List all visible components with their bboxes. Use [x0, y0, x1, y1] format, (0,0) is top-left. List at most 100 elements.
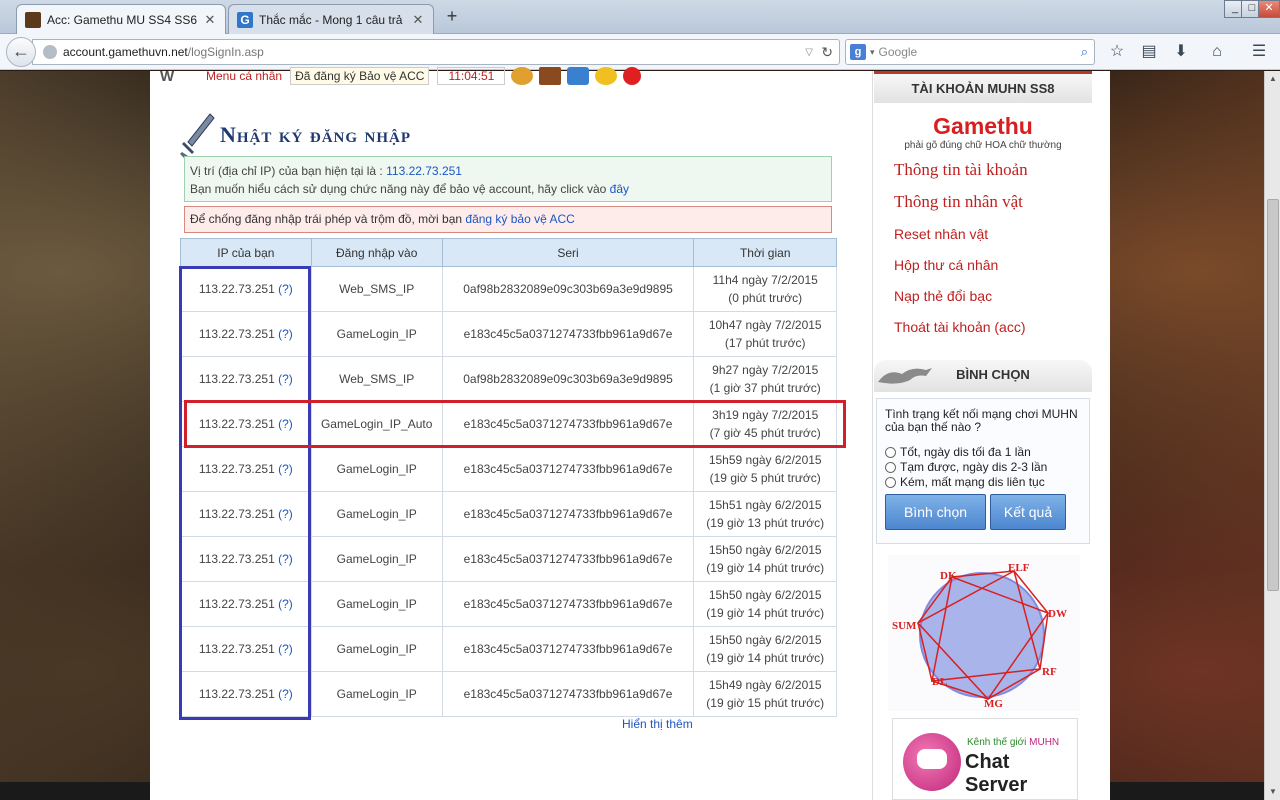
radio-button[interactable]	[885, 446, 896, 458]
time-ago: (19 giờ 5 phút trước)	[709, 471, 821, 485]
acc-protection-status: Đã đăng ký Bảo vệ ACC	[290, 67, 430, 85]
help-line: Bạn muốn hiểu cách sử dụng chức năng này…	[190, 180, 826, 198]
chat-server-banner[interactable]: Kênh thế giới MUHN Chat Server	[892, 718, 1078, 800]
class-label-sum: SUM	[892, 620, 917, 632]
login-type-cell: GameLogin_IP	[310, 626, 443, 672]
vertical-scrollbar[interactable]: ▲ ▼	[1264, 71, 1280, 800]
ip-column-highlight	[179, 266, 311, 720]
back-button[interactable]: ←	[6, 37, 36, 67]
new-tab-button[interactable]: +	[440, 6, 464, 28]
page-title: Nhật ký đăng nhập	[220, 122, 412, 147]
downloads-icon[interactable]: ⬇	[1170, 42, 1192, 62]
login-type-cell: GameLogin_IP	[310, 536, 443, 582]
personal-menu-link[interactable]: Menu cá nhân	[206, 69, 282, 83]
username-display: Gamethu	[933, 113, 1033, 139]
login-type-cell: GameLogin_IP	[310, 491, 443, 537]
time-cell: 15h50 ngày 6/2/2015 (19 giờ 14 phút trước…	[693, 536, 837, 582]
seri-cell: e183c45c5a0371274733fbb961a9d67e	[441, 581, 695, 627]
logout-link[interactable]: Thoát tài khoản (acc)	[894, 319, 1026, 335]
scroll-thumb[interactable]	[1267, 199, 1279, 591]
time-value: 15h50 ngày 6/2/2015	[708, 588, 822, 602]
page-heading: Nhật ký đăng nhập	[178, 112, 411, 158]
vote-button[interactable]: Bình chọn	[885, 494, 986, 530]
url-domain: account.gamethuvn.net	[63, 45, 188, 59]
tab-title: Thắc mắc - Mong 1 câu trả lời ...	[259, 12, 405, 27]
inbox-link[interactable]: Hộp thư cá nhân	[894, 257, 998, 273]
reload-icon[interactable]: ↻	[821, 44, 833, 61]
tab-close-icon[interactable]: ✕	[203, 12, 217, 28]
home-icon[interactable]: ⌂	[1206, 42, 1228, 62]
protection-warning-box: Để chống đăng nhập trái phép và trộm đồ,…	[184, 206, 832, 233]
topup-link[interactable]: Nạp thẻ đổi bạc	[894, 288, 992, 304]
help-link[interactable]: đây	[610, 182, 629, 196]
engine-dropdown-icon[interactable]: ▾	[870, 47, 875, 58]
class-label-dl: DL	[932, 676, 947, 688]
login-type-cell: Web_SMS_IP	[310, 356, 443, 402]
time-ago: (17 phút trước)	[724, 336, 806, 350]
reset-character-link[interactable]: Reset nhân vật	[894, 226, 988, 242]
tab-close-icon[interactable]: ✕	[411, 12, 425, 28]
chat-server-title: Chat Server	[965, 751, 1028, 796]
radio-button[interactable]	[885, 461, 896, 473]
header-time: Thời gian	[693, 238, 837, 267]
time-value: 11h4 ngày 7/2/2015	[712, 273, 818, 287]
login-type-cell: GameLogin_IP	[310, 671, 443, 717]
auto-login-row-highlight	[184, 400, 846, 448]
account-info-link[interactable]: Thông tin tài khoản	[894, 160, 1028, 180]
bookmarks-menu-icon[interactable]: ▤	[1138, 42, 1160, 62]
tab-thac-mac[interactable]: G Thắc mắc - Mong 1 câu trả lời ... ✕	[228, 4, 434, 34]
seri-cell: e183c45c5a0371274733fbb961a9d67e	[441, 536, 695, 582]
chat-channel-label: Kênh thế giới MUHN	[967, 737, 1059, 748]
character-icon[interactable]	[511, 67, 534, 85]
search-icon[interactable]: ⌕	[1081, 44, 1088, 60]
header-ip: IP của bạn	[180, 238, 312, 267]
class-label-elf: ELF	[1008, 562, 1030, 574]
current-ip-label: Vị trí (địa chỉ IP) của bạn hiện tại là …	[190, 164, 383, 178]
character-info-link[interactable]: Thông tin nhân vật	[894, 192, 1023, 212]
seri-cell: e183c45c5a0371274733fbb961a9d67e	[441, 311, 695, 357]
results-button[interactable]: Kết quả	[990, 494, 1066, 530]
seri-cell: e183c45c5a0371274733fbb961a9d67e	[441, 491, 695, 537]
close-window-button[interactable]: ✕	[1258, 0, 1280, 18]
seri-cell: e183c45c5a0371274733fbb961a9d67e	[441, 671, 695, 717]
scroll-up-icon[interactable]: ▲	[1265, 71, 1280, 87]
search-placeholder: Google	[878, 45, 918, 59]
menu-icon[interactable]: ☰	[1248, 42, 1270, 62]
time-value: 9h27 ngày 7/2/2015	[712, 363, 819, 377]
time-value: 15h49 ngày 6/2/2015	[708, 678, 822, 692]
bookmark-star-icon[interactable]: ☆	[1106, 42, 1128, 62]
header-seri: Seri	[441, 238, 695, 267]
tab-gamethu[interactable]: Acc: Gamethu MU SS4 SS6 SS... ✕	[16, 4, 226, 34]
account-box-title: TÀI KHOẢN MUHN SS8	[874, 71, 1092, 103]
time-ago: (19 giờ 15 phút trước)	[706, 696, 825, 710]
time-cell: 11h4 ngày 7/2/2015 (0 phút trước)	[693, 266, 837, 312]
vote-option-2[interactable]: Tạm được, ngày dis 2-3 lần	[885, 460, 1047, 474]
register-protection-link[interactable]: đăng ký bảo vệ ACC	[465, 212, 574, 226]
power-icon[interactable]	[623, 67, 642, 85]
google-engine-icon[interactable]: g	[850, 44, 866, 60]
url-history-dropdown-icon[interactable]: ▽	[805, 47, 813, 58]
time-cell: 15h50 ngày 6/2/2015 (19 giờ 14 phút trước…	[693, 626, 837, 672]
address-bar[interactable]: account.gamethuvn.net/logSignIn.asp ▽ ↻	[32, 39, 840, 65]
class-relationship-diagram: ELF DW RF MG DL SUM DK	[888, 555, 1080, 711]
site-logo-icon[interactable]: W	[160, 68, 190, 85]
class-label-mg: MG	[984, 698, 1003, 710]
scroll-down-icon[interactable]: ▼	[1265, 784, 1280, 800]
sword-icon	[180, 113, 215, 158]
cart-icon[interactable]	[567, 67, 590, 85]
class-label-dw: DW	[1048, 608, 1067, 620]
radio-button[interactable]	[885, 476, 896, 488]
url-path: /logSignIn.asp	[187, 45, 264, 59]
login-type-cell: Web_SMS_IP	[310, 266, 443, 312]
login-type-cell: GameLogin_IP	[310, 311, 443, 357]
vote-title: BÌNH CHỌN	[956, 367, 1030, 382]
chest-icon[interactable]	[539, 67, 562, 85]
smiley-icon[interactable]	[595, 67, 618, 85]
vote-option-1[interactable]: Tốt, ngày dis tối đa 1 lần	[885, 445, 1031, 459]
time-cell: 15h59 ngày 6/2/2015 (19 giờ 5 phút trước)	[693, 446, 837, 492]
user-toolbar: W Menu cá nhân Đã đăng ký Bảo vệ ACC 11:…	[160, 65, 642, 87]
search-box[interactable]: g ▾ Google ⌕	[845, 39, 1095, 65]
vote-option-3[interactable]: Kém, mất mạng dis liên tục	[885, 475, 1045, 489]
show-more-link[interactable]: Hiển thị thêm	[622, 717, 693, 731]
time-ago: (19 giờ 14 phút trước)	[706, 606, 825, 620]
